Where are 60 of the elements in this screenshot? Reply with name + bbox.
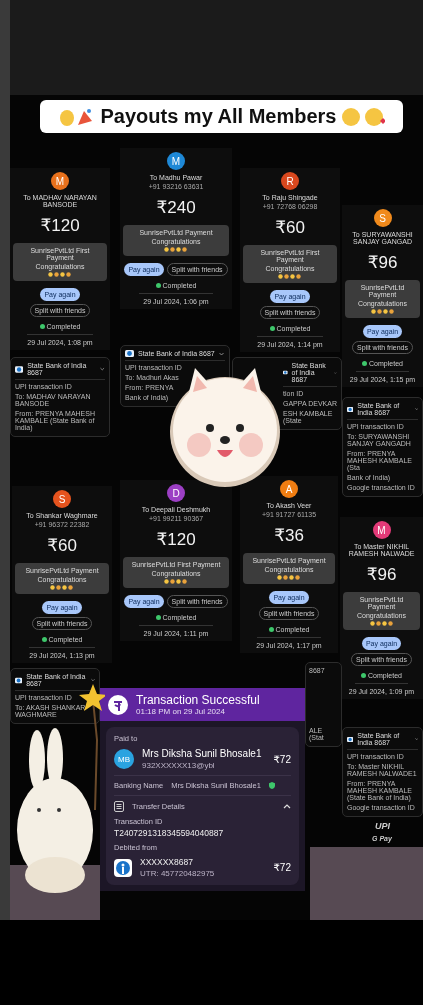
- avatar: S: [373, 209, 392, 227]
- status-dot: [268, 627, 274, 632]
- avatar: R: [281, 172, 299, 190]
- bank-logo-icon: [347, 405, 354, 413]
- status-dot: [41, 637, 47, 642]
- status-dot: [155, 615, 161, 620]
- status-dot: [155, 283, 161, 288]
- bank-logo-icon: [125, 350, 134, 357]
- amount: ₹60: [275, 217, 305, 238]
- chevron-down-icon[interactable]: [414, 407, 418, 411]
- status-dot: [39, 324, 45, 329]
- amount: ₹96: [366, 564, 397, 585]
- status-dot: [361, 673, 367, 678]
- amount: ₹96: [367, 252, 398, 273]
- amount: ₹36: [274, 525, 304, 546]
- chevron-down-icon[interactable]: [218, 351, 224, 356]
- bank-logo-icon: [347, 735, 354, 743]
- upi-logo: UPI: [375, 821, 390, 831]
- avatar: S: [53, 490, 71, 508]
- bank-logo-icon: [15, 676, 23, 684]
- emoji-drawing: [370, 309, 395, 314]
- amount: ₹240: [156, 197, 196, 218]
- list-icon: [114, 801, 124, 812]
- upi-id: 932XXXXXX13@ybl: [142, 761, 216, 770]
- chevron-down-icon[interactable]: [91, 678, 95, 682]
- bank-logo-icon: [15, 365, 24, 373]
- avatar: D: [167, 484, 185, 502]
- paid-amount: ₹72: [273, 753, 291, 765]
- chevron-up-icon[interactable]: [283, 804, 291, 809]
- chevron-down-icon[interactable]: [414, 737, 418, 741]
- emoji-drawing: [164, 579, 188, 584]
- transaction-id: T2407291318345594040887: [114, 828, 225, 838]
- verified-shield-icon: [268, 782, 275, 789]
- avatar: MB: [114, 749, 134, 769]
- chevron-down-icon[interactable]: [100, 367, 105, 371]
- emoji-drawing: [278, 274, 302, 279]
- emoji-drawing: [164, 247, 188, 252]
- emoji-drawing: [369, 621, 394, 626]
- status-dot: [362, 361, 368, 366]
- bank-logo-icon: [114, 858, 132, 877]
- debit-amount: ₹72: [273, 862, 291, 873]
- amount: ₹120: [156, 529, 196, 550]
- amount: ₹60: [47, 535, 77, 556]
- status-dot: [269, 326, 275, 331]
- emoji-drawing: [277, 575, 301, 580]
- emoji-drawing: [48, 272, 72, 277]
- banner-title: Payouts my All Members: [100, 105, 337, 128]
- logo-icon: [108, 694, 128, 715]
- account-number: XXXXXX8687: [140, 857, 194, 867]
- payee-name: Mrs Diksha Sunil Bhosale1: [142, 748, 263, 759]
- utr-number: UTR: 457720482975: [140, 869, 216, 878]
- avatar: M: [51, 172, 69, 190]
- amount: ₹120: [40, 215, 80, 236]
- emoji-drawing: [50, 585, 74, 590]
- avatar: A: [280, 480, 298, 498]
- avatar: M: [372, 521, 391, 539]
- receipt-time: 01:18 PM on 29 Jul 2024: [136, 707, 226, 716]
- bank-logo-icon: [283, 369, 288, 376]
- receipt-title: Transaction Successful: [136, 693, 260, 707]
- avatar: M: [167, 152, 185, 170]
